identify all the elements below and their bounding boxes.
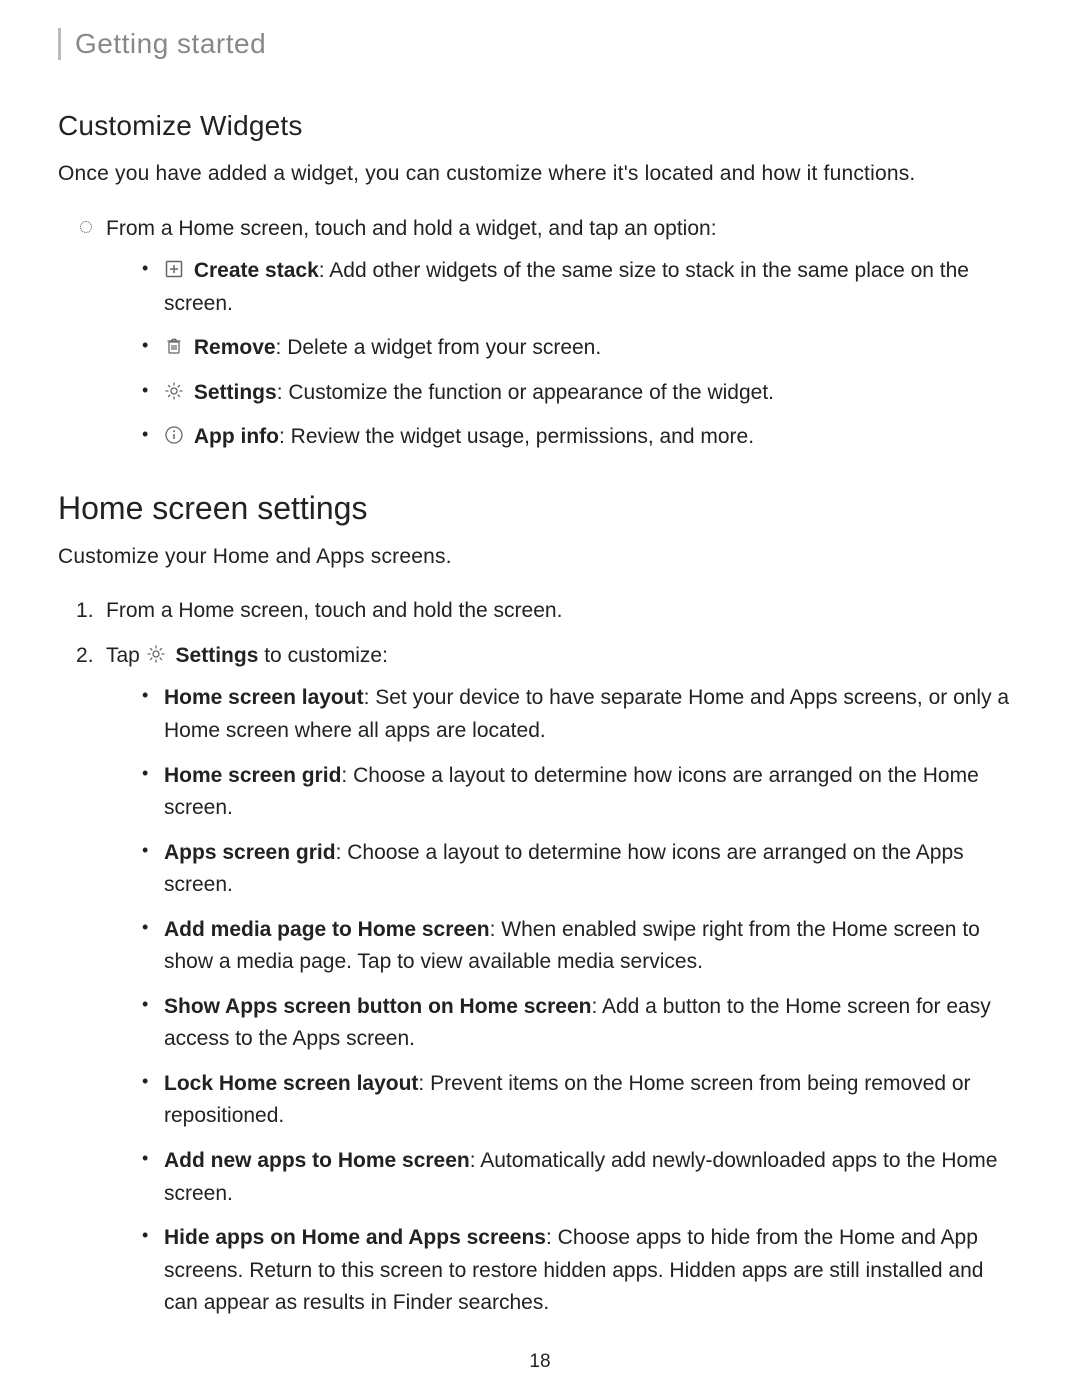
- option-label: App info: [194, 425, 279, 448]
- info-icon: [164, 425, 184, 445]
- widget-lead-text: From a Home screen, touch and hold a wid…: [106, 217, 717, 240]
- option-label: Settings: [194, 381, 277, 404]
- step-1: From a Home screen, touch and hold the s…: [58, 595, 1022, 628]
- step-label: Settings: [176, 644, 259, 667]
- setting-show-apps-button: Show Apps screen button on Home screen: …: [106, 991, 1022, 1056]
- page-number: 18: [0, 1351, 1080, 1373]
- gear-icon: [146, 644, 166, 664]
- setting-hide-apps: Hide apps on Home and Apps screens: Choo…: [106, 1222, 1022, 1320]
- page-header: Getting started: [58, 28, 1022, 60]
- setting-label: Lock Home screen layout: [164, 1072, 418, 1095]
- setting-apps-grid: Apps screen grid: Choose a layout to det…: [106, 837, 1022, 902]
- option-label: Create stack: [194, 259, 319, 282]
- settings-options: Home screen layout: Set your device to h…: [106, 682, 1022, 1319]
- manual-page: Getting started Customize Widgets Once y…: [0, 0, 1080, 1397]
- setting-label: Home screen layout: [164, 686, 364, 709]
- setting-home-layout: Home screen layout: Set your device to h…: [106, 682, 1022, 747]
- widget-action-list: From a Home screen, touch and hold a wid…: [58, 213, 1022, 454]
- option-desc: : Review the widget usage, permissions, …: [279, 425, 754, 448]
- setting-label: Add new apps to Home screen: [164, 1149, 470, 1172]
- steps-list: From a Home screen, touch and hold the s…: [58, 595, 1022, 1319]
- plus-box-icon: [164, 259, 184, 279]
- option-remove: Remove: Delete a widget from your screen…: [106, 332, 1022, 365]
- hollow-bullet-icon: [80, 221, 92, 233]
- setting-media-page: Add media page to Home screen: When enab…: [106, 914, 1022, 979]
- option-desc: : Delete a widget from your screen.: [276, 336, 602, 359]
- option-settings: Settings: Customize the function or appe…: [106, 377, 1022, 410]
- widget-options: Create stack: Add other widgets of the s…: [106, 255, 1022, 454]
- section-intro-2: Customize your Home and Apps screens.: [58, 541, 1022, 574]
- option-desc: : Customize the function or appearance o…: [277, 381, 774, 404]
- setting-label: Home screen grid: [164, 764, 341, 787]
- step-2: Tap Settings to customize: Home screen l…: [58, 640, 1022, 1320]
- gear-icon: [164, 381, 184, 401]
- setting-lock-layout: Lock Home screen layout: Prevent items o…: [106, 1068, 1022, 1133]
- setting-home-grid: Home screen grid: Choose a layout to det…: [106, 760, 1022, 825]
- step-text: From a Home screen, touch and hold the s…: [106, 599, 562, 622]
- step-text-pre: Tap: [106, 644, 146, 667]
- setting-label: Hide apps on Home and Apps screens: [164, 1226, 546, 1249]
- step-text-post: to customize:: [258, 644, 388, 667]
- setting-label: Show Apps screen button on Home screen: [164, 995, 591, 1018]
- setting-label: Apps screen grid: [164, 841, 336, 864]
- section-intro: Once you have added a widget, you can cu…: [58, 158, 1022, 191]
- setting-label: Add media page to Home screen: [164, 918, 490, 941]
- section-title-home-settings: Home screen settings: [58, 490, 1022, 527]
- option-create-stack: Create stack: Add other widgets of the s…: [106, 255, 1022, 320]
- setting-add-new-apps: Add new apps to Home screen: Automatical…: [106, 1145, 1022, 1210]
- section-title-customize-widgets: Customize Widgets: [58, 110, 1022, 142]
- option-app-info: App info: Review the widget usage, permi…: [106, 421, 1022, 454]
- breadcrumb-title: Getting started: [75, 28, 266, 59]
- trash-icon: [164, 336, 184, 356]
- widget-lead-item: From a Home screen, touch and hold a wid…: [58, 213, 1022, 454]
- option-label: Remove: [194, 336, 276, 359]
